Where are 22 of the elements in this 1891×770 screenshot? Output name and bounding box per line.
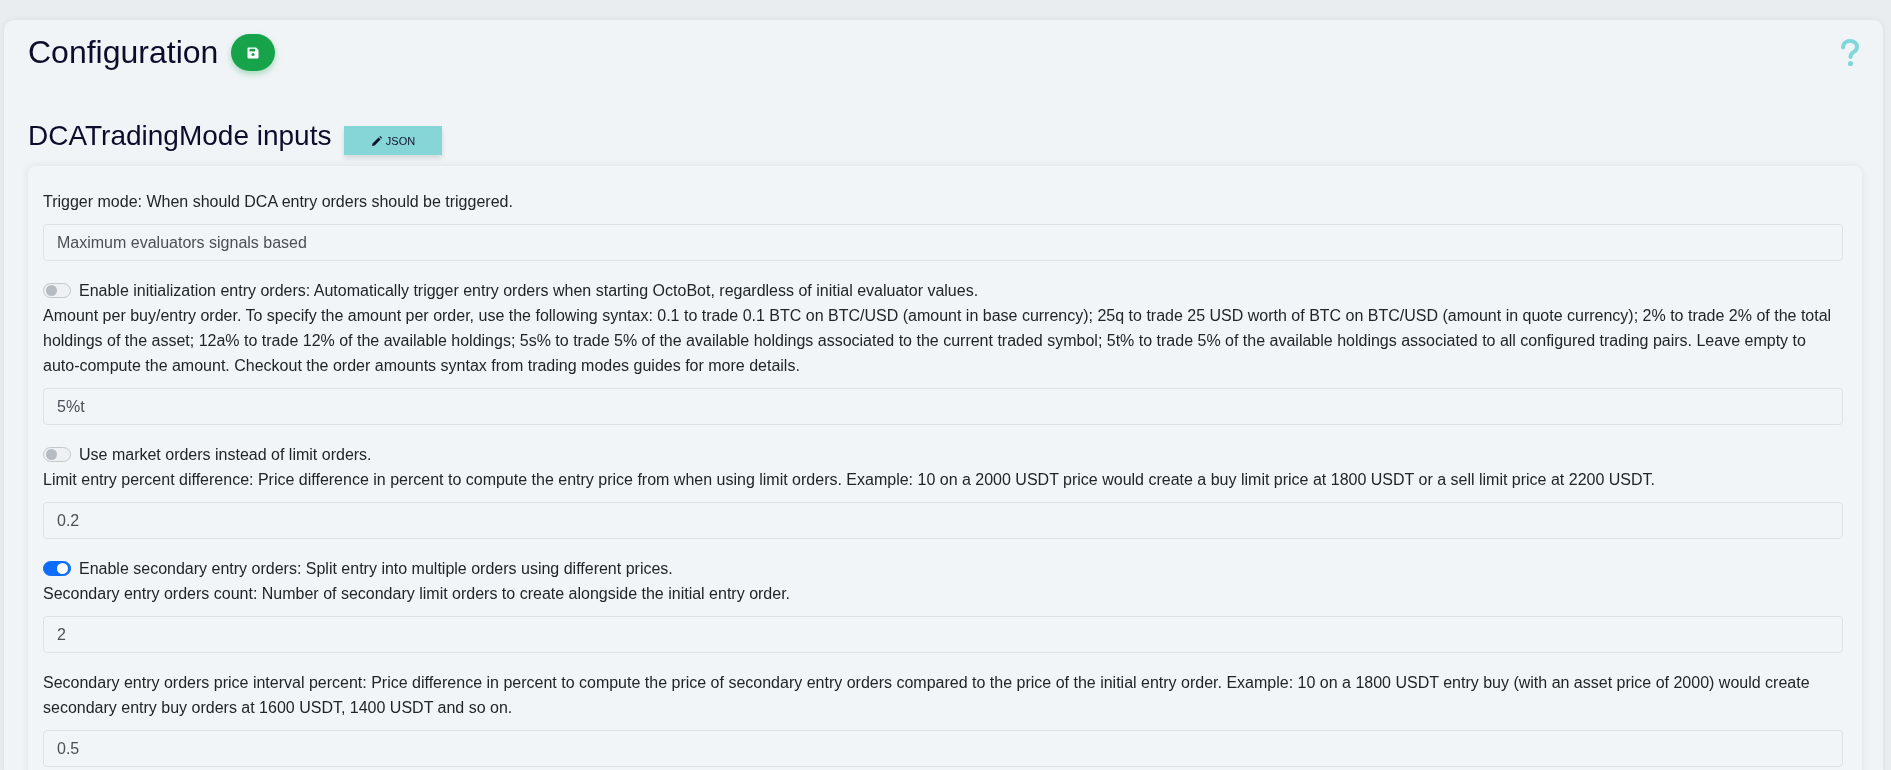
input-field[interactable]: 2	[43, 616, 1843, 653]
help-icon[interactable]	[1840, 38, 1860, 67]
toggle-label: Enable initialization entry orders: Automatically trigger entry orders when starting OctoBot, regardless of initial evaluator values.	[79, 281, 979, 301]
toggle-label: Use market orders instead of limit orders.	[79, 445, 372, 465]
field-label: Secondary entry orders price interval percent: Price difference in percent to compute the price of secondary entry orders compared to the price of the initial entry order. Example: 10 on a 1800 USDT entry buy (with an asset price of 2000) would create secondary entry buy orders at 1600 USDT, 1400 USDT and so on.	[43, 673, 1811, 718]
field-label: Limit entry percent difference: Price difference in percent to compute the entry price from when using limit orders. Example: 10 on a 2000 USDT price would create a buy limit price at 1800 USDT or a sell limit price at 2200 USDT.	[43, 470, 1655, 490]
json-button[interactable]: JSON	[344, 126, 443, 155]
pencil-icon	[371, 135, 382, 146]
field-label: Amount per buy/entry order. To specify the amount per order, use the following syntax: 0.1 to trade 0.1 BTC on BTC/USD (amount in base currency); 25q to trade 25 USD worth of BTC on BTC/USD (amount in quote currency); 2% to trade 2% of the total holdings of the asset; 12a% to trade 12% of the available holdings; 5s% to trade 5% of the available holdings associated to the current traded symbol; 5t% to trade 5% of the available holdings associated to all configured trading pairs. Leave empty to auto-compute the amount. Checkout the order amounts syntax from trading modes guides for more details.	[43, 306, 1833, 376]
field-label: Secondary entry orders count: Number of secondary limit orders to create alongside the initial entry order.	[43, 584, 791, 604]
toggle-switch[interactable]	[43, 447, 71, 462]
section-title: DCATradingMode inputs	[28, 120, 332, 152]
dropdown-field[interactable]: Maximum evaluators signals based	[43, 224, 1843, 261]
toggle-switch[interactable]	[43, 283, 71, 298]
field-label: Trigger mode: When should DCA entry orders should be triggered.	[43, 192, 513, 212]
input-field[interactable]: 0.5	[43, 730, 1843, 767]
toggle-switch[interactable]	[43, 561, 71, 576]
input-field[interactable]: 5%t	[43, 388, 1843, 425]
page-title: Configuration	[28, 34, 219, 71]
toggle-label: Enable secondary entry orders: Split entry into multiple orders using different prices.	[79, 559, 673, 579]
input-field[interactable]: 0.2	[43, 502, 1843, 539]
save-button[interactable]	[231, 34, 276, 71]
